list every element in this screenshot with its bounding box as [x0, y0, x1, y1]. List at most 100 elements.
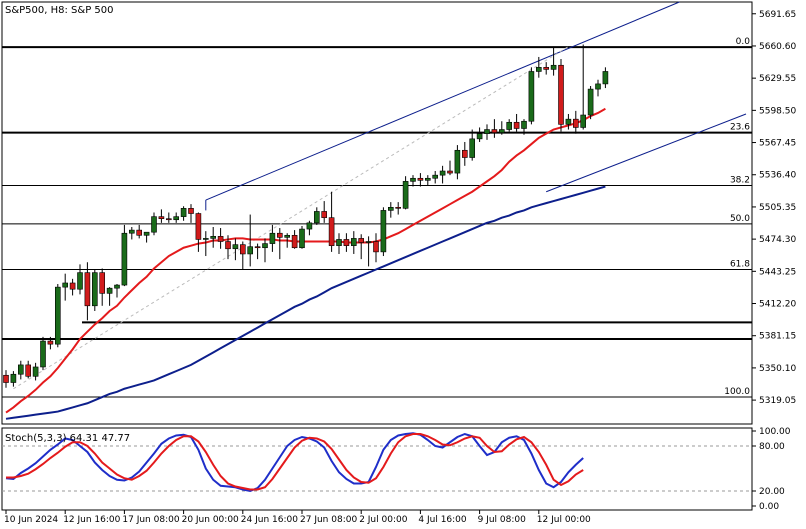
stoch-title: Stoch(5,3,3) 64.31 47.77	[5, 433, 130, 444]
x-tick-label: 20 Jun 00:00	[182, 515, 239, 525]
candle-body	[210, 236, 216, 239]
stoch-y-tick-label: 100.00	[759, 427, 791, 437]
candle-body	[306, 222, 313, 230]
candle-body	[173, 216, 179, 221]
y-tick-label: 5505.35	[759, 203, 796, 213]
candle-body	[276, 232, 283, 238]
candle-body	[217, 236, 224, 242]
candle-body	[195, 213, 202, 240]
fib-label: 50.0	[730, 214, 750, 224]
candle-body	[387, 206, 394, 211]
candle-body	[3, 374, 9, 383]
candle-body	[550, 64, 557, 70]
candle-body	[143, 231, 150, 236]
y-tick-label: 5412.20	[759, 300, 796, 310]
candle-body	[454, 149, 461, 174]
candle-body	[240, 244, 246, 255]
candle-body	[203, 238, 209, 240]
y-tick-label: 5474.30	[759, 235, 796, 245]
candle-body	[506, 121, 513, 130]
candle-body	[373, 241, 379, 253]
candle-body	[410, 177, 416, 182]
stoch-y-tick-label: 0.00	[759, 502, 779, 512]
candle-body	[558, 64, 564, 125]
x-tick-label: 17 Jun 08:00	[122, 515, 179, 525]
candle-body	[498, 129, 505, 133]
candle-body	[84, 272, 91, 307]
fib-label: 38.2	[730, 176, 750, 186]
x-tick-label: 2 Jul 00:00	[359, 515, 408, 525]
candle-body	[17, 364, 24, 375]
candle-body	[47, 340, 54, 345]
candle-body	[321, 211, 328, 218]
y-tick-label: 5691.65	[759, 10, 796, 20]
fib-label: 0.0	[736, 37, 751, 47]
fib-label: 61.8	[730, 260, 750, 270]
candle-body	[166, 218, 172, 221]
candle-body	[417, 177, 424, 181]
candle-body	[402, 181, 409, 209]
candle-body	[92, 272, 98, 307]
candle-body	[54, 286, 61, 345]
candle-body	[313, 211, 320, 224]
x-tick-label: 24 Jun 16:00	[241, 515, 298, 525]
chart-title: S&P500, H8: S&P 500	[5, 5, 114, 16]
candle-body	[513, 121, 520, 129]
candle-body	[77, 272, 83, 290]
candle-body	[528, 71, 535, 122]
fib-label: 100.0	[724, 387, 750, 397]
candle-body	[114, 284, 120, 289]
x-tick-label: 10 Jun 2024	[4, 515, 58, 525]
candle-body	[151, 216, 157, 233]
candle-body	[424, 177, 431, 181]
candle-body	[476, 133, 483, 140]
y-tick-label: 5350.10	[759, 364, 796, 374]
candle-body	[565, 118, 572, 125]
candle-body	[439, 170, 446, 176]
candle-body	[25, 364, 32, 377]
x-tick-label: 12 Jun 16:00	[63, 515, 120, 525]
candle-body	[491, 129, 498, 133]
candle-body	[284, 234, 291, 238]
candle-body	[121, 232, 128, 286]
candle-body	[106, 287, 113, 294]
candle-body	[328, 217, 335, 246]
candle-body	[158, 216, 165, 220]
candle-body	[350, 238, 357, 246]
candle-body	[188, 208, 194, 214]
candle-body	[291, 234, 298, 249]
candle-body	[602, 71, 609, 85]
candle-body	[587, 88, 594, 116]
candle-body	[247, 246, 253, 255]
candle-body	[69, 282, 76, 290]
candle-body	[32, 366, 39, 377]
candle-body	[535, 67, 542, 72]
candle-body	[432, 174, 439, 179]
fib-label: 23.6	[730, 123, 750, 133]
y-tick-label: 5319.05	[759, 396, 796, 406]
y-tick-label: 5381.15	[759, 332, 796, 342]
candle-body	[580, 114, 587, 128]
stoch-y-tick-label: 20.00	[759, 487, 785, 497]
x-tick-label: 12 Jul 00:00	[537, 515, 591, 525]
y-tick-label: 5598.50	[759, 106, 796, 116]
candle-body	[358, 238, 365, 243]
candle-body	[62, 282, 69, 288]
candle-body	[572, 118, 579, 128]
candle-body	[395, 206, 402, 209]
candle-body	[343, 239, 350, 246]
candle-body	[225, 241, 231, 250]
candle-body	[365, 241, 372, 243]
candle-body	[254, 246, 261, 249]
candle-body	[380, 210, 387, 253]
y-tick-label: 5660.60	[759, 42, 796, 52]
x-tick-label: 4 Jul 16:00	[418, 515, 467, 525]
candle-body	[595, 83, 601, 90]
candle-body	[40, 340, 46, 368]
y-tick-label: 5443.25	[759, 267, 796, 277]
candle-body	[461, 149, 468, 158]
candle-body	[521, 120, 527, 129]
candle-body	[269, 232, 276, 244]
candle-body	[543, 67, 550, 70]
x-tick-label: 9 Jul 08:00	[478, 515, 527, 525]
